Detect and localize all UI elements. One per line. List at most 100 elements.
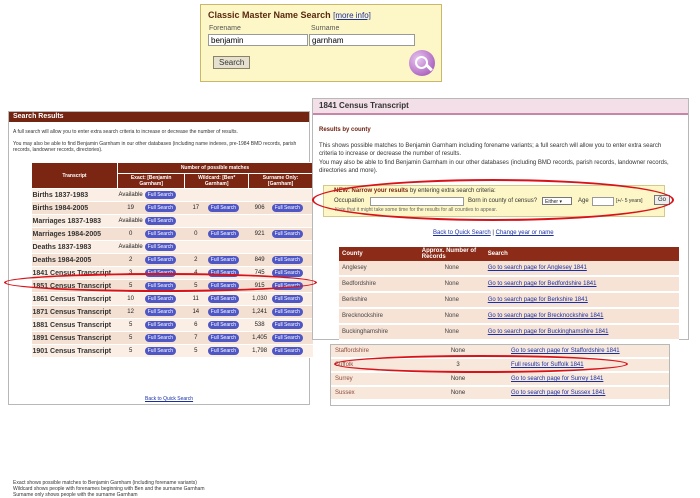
born-select[interactable]: Either ▾ bbox=[542, 197, 572, 205]
full-search-button[interactable]: Full Search bbox=[271, 347, 303, 355]
county-search-link[interactable]: Go to search page for Bedfordshire 1841 bbox=[488, 281, 597, 287]
exact-count: 0 bbox=[117, 227, 144, 241]
go-button[interactable]: Go bbox=[654, 195, 671, 205]
full-search-button[interactable]: Full Search bbox=[271, 269, 303, 277]
full-search-button[interactable]: Full Search bbox=[271, 282, 303, 290]
county-search-link[interactable]: Go to search page for Berkshire 1841 bbox=[488, 297, 588, 303]
wildcard-count: 11 bbox=[184, 292, 207, 306]
full-search-button[interactable]: Full Search bbox=[144, 295, 177, 303]
full-search-button[interactable]: Full Search bbox=[144, 243, 177, 251]
full-search-cell bbox=[270, 240, 313, 254]
county-search-link[interactable]: Go to search page for Brecknockshire 184… bbox=[488, 313, 604, 319]
age-label: Age bbox=[578, 198, 589, 204]
wildcard-count bbox=[184, 188, 207, 202]
forename-input[interactable] bbox=[208, 34, 308, 46]
table-row: 1871 Census Transcript 12 Full Search 14 Ful… bbox=[31, 305, 313, 319]
county-search-link[interactable]: Go to search page for Surrey 1841 bbox=[511, 376, 603, 382]
county-search-link[interactable]: Go to search page for Buckinghamshire 18… bbox=[488, 329, 609, 335]
full-search-button[interactable]: Full Search bbox=[271, 334, 303, 342]
full-search-button[interactable]: Full Search bbox=[207, 321, 240, 329]
results-notes: Exact shows possible matches to Benjamin… bbox=[13, 480, 205, 498]
county-row: Bedfordshire None Go to search page for Be… bbox=[339, 276, 679, 293]
full-search-cell: Full Search bbox=[143, 305, 185, 319]
wildcard-count: 5 bbox=[184, 344, 207, 358]
transcript-name: 1891 Census Transcript bbox=[31, 331, 118, 345]
full-search-cell: Full Search bbox=[270, 318, 313, 332]
full-search-cell: Full Search bbox=[143, 279, 185, 293]
full-search-button[interactable]: Full Search bbox=[144, 334, 177, 342]
full-search-cell: Full Search bbox=[206, 279, 249, 293]
county-name: Bedfordshire bbox=[339, 276, 419, 293]
narrow-title-rest: by entering extra search criteria: bbox=[409, 188, 496, 194]
exact-count: Available bbox=[117, 188, 144, 202]
col-matches: Number of possible matches bbox=[117, 162, 313, 174]
full-search-button[interactable]: Full Search bbox=[144, 204, 177, 212]
full-search-cell: Full Search bbox=[143, 240, 185, 254]
col-records: Approx. Number of Records bbox=[418, 247, 485, 261]
back-to-quick-search-link[interactable]: Back to Quick Search bbox=[145, 396, 193, 402]
age-input[interactable] bbox=[592, 197, 614, 206]
full-search-button[interactable]: Full Search bbox=[271, 230, 303, 238]
other-databases-text: You may also be able to find Benjamin Ga… bbox=[13, 141, 297, 153]
narrow-title: NEW: Narrow your results by entering ext… bbox=[334, 188, 496, 194]
table-row: Births 1984-2005 19 Full Search 17 Full Sear… bbox=[31, 201, 313, 215]
full-search-cell: Full Search bbox=[206, 344, 249, 358]
change-year-link[interactable]: Change year or name bbox=[496, 230, 554, 236]
full-search-cell: Full Search bbox=[206, 305, 249, 319]
full-search-button[interactable]: Full Search bbox=[207, 282, 240, 290]
full-search-button[interactable]: Full Search bbox=[144, 321, 177, 329]
county-row: Brecknockshire None Go to search page for … bbox=[339, 308, 679, 325]
census-para1: This shows possible matches to Benjamin … bbox=[319, 143, 662, 157]
surname-input[interactable] bbox=[309, 34, 415, 46]
col-transcript: Transcript bbox=[31, 162, 118, 189]
transcript-name: 1871 Census Transcript bbox=[31, 305, 118, 319]
county-search-link[interactable]: Go to search page for Sussex 1841 bbox=[511, 390, 605, 396]
county-search-link[interactable]: Full results for Suffolk 1841 bbox=[511, 362, 584, 368]
full-search-button[interactable]: Full Search bbox=[271, 204, 303, 212]
full-search-cell: Full Search bbox=[143, 253, 185, 267]
full-search-button[interactable]: Full Search bbox=[207, 269, 240, 277]
wildcard-count: 7 bbox=[184, 331, 207, 345]
full-search-cell: Full Search bbox=[143, 227, 185, 241]
full-search-button[interactable]: Full Search bbox=[144, 269, 177, 277]
surname-count: 915 bbox=[248, 279, 271, 293]
full-search-button[interactable]: Full Search bbox=[271, 308, 303, 316]
full-search-button[interactable]: Full Search bbox=[144, 191, 177, 199]
exact-count: 5 bbox=[117, 318, 144, 332]
full-search-button[interactable]: Full Search bbox=[144, 308, 177, 316]
full-search-button[interactable]: Full Search bbox=[207, 308, 240, 316]
occupation-input[interactable] bbox=[370, 197, 464, 206]
full-search-cell: Full Search bbox=[143, 292, 185, 306]
search-button[interactable]: Search bbox=[213, 56, 251, 69]
surname-count: 1,030 bbox=[248, 292, 271, 306]
transcript-name: Deaths 1837-1983 bbox=[31, 240, 118, 254]
full-search-button[interactable]: Full Search bbox=[144, 347, 177, 355]
more-info-link[interactable]: [more info] bbox=[333, 11, 371, 20]
full-search-button[interactable]: Full Search bbox=[207, 334, 240, 342]
county-search-link[interactable]: Go to search page for Staffordshire 1841 bbox=[511, 348, 620, 354]
surname-count: 1,241 bbox=[248, 305, 271, 319]
full-search-button[interactable]: Full Search bbox=[271, 295, 303, 303]
county-search-link[interactable]: Go to search page for Anglesey 1841 bbox=[488, 265, 587, 271]
full-search-cell: Full Search bbox=[206, 201, 249, 215]
census-title: 1841 Census Transcript bbox=[313, 99, 688, 115]
full-search-button[interactable]: Full Search bbox=[207, 347, 240, 355]
full-search-button[interactable]: Full Search bbox=[207, 295, 240, 303]
transcript-name: 1881 Census Transcript bbox=[31, 318, 118, 332]
search-link-cell: Go to search page for Bedfordshire 1841 bbox=[484, 276, 679, 293]
transcript-name: 1851 Census Transcript bbox=[31, 279, 118, 293]
full-search-button[interactable]: Full Search bbox=[271, 321, 303, 329]
full-search-button[interactable]: Full Search bbox=[144, 230, 177, 238]
full-search-button[interactable]: Full Search bbox=[144, 256, 177, 264]
census-back-link[interactable]: Back to Quick Search bbox=[433, 230, 491, 236]
exact-count: 5 bbox=[117, 344, 144, 358]
full-search-button[interactable]: Full Search bbox=[207, 230, 240, 238]
full-search-button[interactable]: Full Search bbox=[144, 217, 177, 225]
county-name: Sussex bbox=[331, 386, 409, 401]
full-search-button[interactable]: Full Search bbox=[207, 256, 240, 264]
full-search-button[interactable]: Full Search bbox=[144, 282, 177, 290]
results-table: Transcript Number of possible matches Ex… bbox=[31, 162, 313, 358]
full-search-button[interactable]: Full Search bbox=[207, 204, 240, 212]
full-search-intro: A full search will allow you to enter ex… bbox=[13, 129, 238, 135]
full-search-button[interactable]: Full Search bbox=[271, 256, 303, 264]
